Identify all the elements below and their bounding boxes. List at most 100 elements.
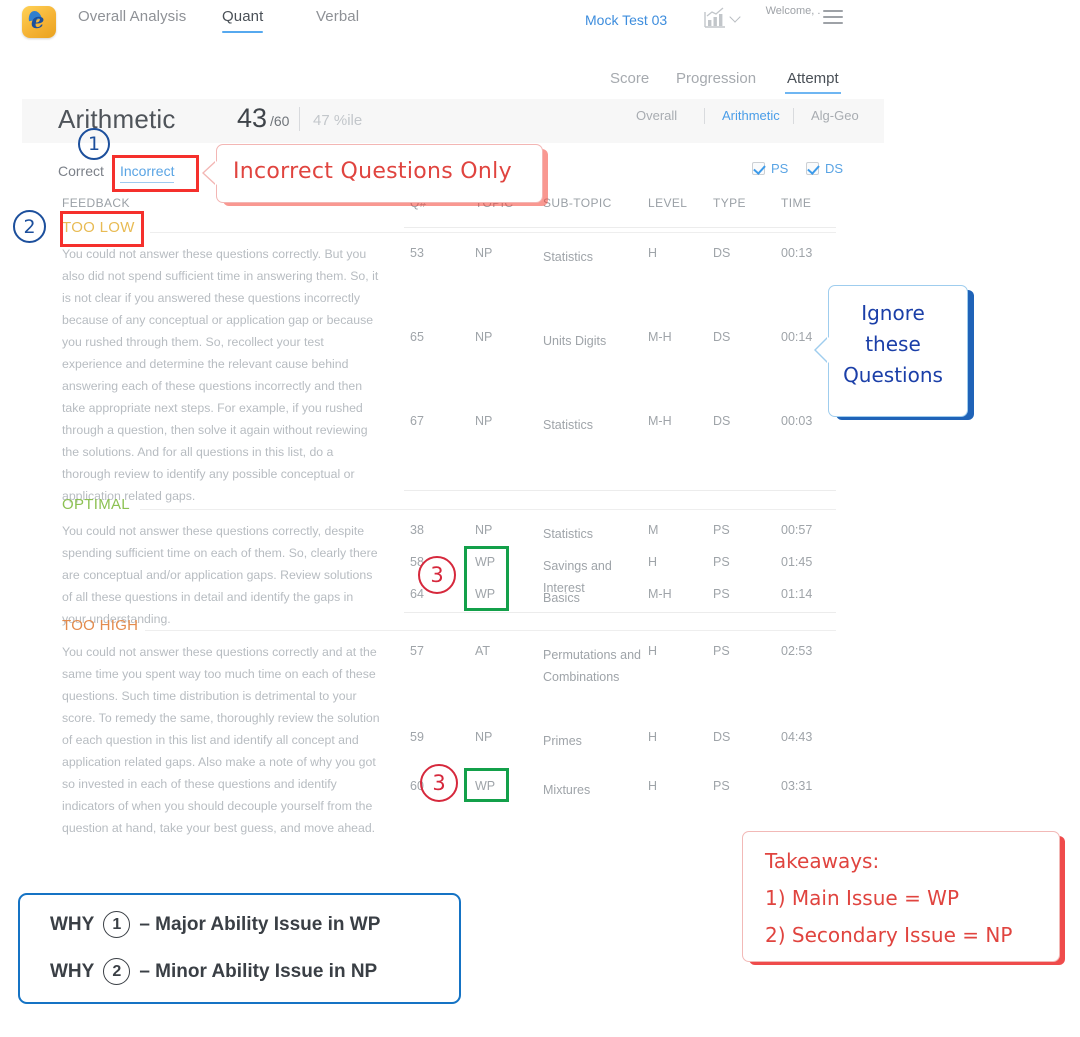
cell-level: H [648, 644, 658, 658]
annotation-callout-ignore-questions: Ignore these Questions [816, 285, 968, 417]
table-header-rule [404, 227, 836, 228]
cell-level: H [648, 779, 658, 793]
why-label-2: WHY [50, 960, 95, 982]
filter-arithmetic[interactable]: Arithmetic [722, 108, 780, 123]
why-marker-2: 2 [103, 958, 131, 985]
annotation-marker-1: 1 [78, 128, 110, 160]
checkbox-ps-label: PS [771, 161, 789, 176]
bar-chart-icon[interactable] [702, 6, 728, 30]
score-divider [299, 107, 300, 131]
cell-level: M [648, 523, 659, 537]
toggle-correct[interactable]: Correct [58, 163, 104, 179]
cell-level: M-H [648, 587, 672, 601]
cell-level: H [648, 555, 658, 569]
section-rule [145, 630, 836, 631]
callout-tail [816, 337, 829, 363]
filter-divider [793, 108, 794, 124]
why-row-1: WHY 1 – Major Ability Issue in WP [50, 911, 380, 938]
callout-tail [204, 161, 217, 185]
cell-q: 59 [410, 730, 424, 744]
cell-time: 01:45 [781, 555, 813, 569]
section-divider [404, 490, 836, 491]
cell-level: H [648, 730, 658, 744]
annotation-marker-2: 2 [13, 210, 46, 243]
cell-time: 03:31 [781, 779, 813, 793]
annotation-highlight-incorrect [112, 155, 199, 192]
cell-level: M-H [648, 414, 672, 428]
annotation-marker-3-too-high: 3 [420, 764, 458, 802]
section-rule [150, 232, 836, 233]
cell-q: 53 [410, 246, 424, 260]
nav-item-verbal[interactable]: Verbal [316, 8, 359, 31]
cell-subtopic: Statistics [543, 527, 594, 541]
cell-subtopic: Mixtures [543, 783, 591, 797]
score-percentile: 47 %ile [313, 112, 363, 129]
cell-time: 00:13 [781, 246, 813, 260]
cell-topic: AT [475, 644, 491, 658]
tab-score[interactable]: Score [610, 70, 649, 94]
tab-progression[interactable]: Progression [676, 70, 756, 94]
callout-line-1: Ignore [861, 301, 925, 325]
cell-time: 01:14 [781, 587, 813, 601]
analysis-subtabs: Score Progression Attempt [0, 70, 1080, 100]
filter-overall[interactable]: Overall [636, 108, 677, 123]
tab-attempt[interactable]: Attempt [785, 70, 841, 94]
cell-type: PS [713, 587, 730, 601]
score-denominator: /60 [270, 113, 290, 129]
top-navigation-bar: Overall Analysis Quant Verbal Mock Test … [0, 0, 1080, 46]
cell-subtopic: Basics [543, 591, 580, 605]
column-header-subtopic: SUB-TOPIC [543, 196, 612, 210]
section-body-too-high: You could not answer these questions cor… [62, 645, 380, 835]
cell-type: DS [713, 330, 731, 344]
section-rule [140, 509, 836, 510]
cell-topic: NP [475, 246, 493, 260]
column-header-type: TYPE [713, 196, 746, 210]
cell-q: 38 [410, 523, 424, 537]
filter-divider [704, 108, 705, 124]
annotation-marker-3-optimal: 3 [418, 556, 456, 594]
cell-level: M-H [648, 330, 672, 344]
section-body-optimal: You could not answer these questions cor… [62, 524, 378, 626]
section-body-too-low: You could not answer these questions cor… [62, 247, 379, 503]
callout-text: Ignore these Questions [829, 298, 957, 391]
cell-q: 65 [410, 330, 424, 344]
why-row-2: WHY 2 – Minor Ability Issue in NP [50, 958, 377, 985]
takeaways-line-3: 2) Secondary Issue = NP [765, 923, 1013, 947]
cell-time: 00:57 [781, 523, 813, 537]
takeaways-line-1: Takeaways: [765, 849, 880, 873]
score-value: 43 [237, 103, 268, 133]
takeaways-text: Takeaways: 1) Main Issue = WP 2) Seconda… [765, 843, 1049, 954]
chevron-down-icon[interactable] [729, 11, 741, 23]
nav-item-overall-analysis[interactable]: Overall Analysis [78, 8, 186, 31]
annotation-highlight-too-low [60, 211, 144, 247]
cell-subtopic: Primes [543, 734, 582, 748]
cell-type: DS [713, 730, 731, 744]
annotation-highlight-wp-too-high [464, 768, 509, 802]
why-text-1: – Major Ability Issue in WP [139, 913, 381, 935]
cell-topic: NP [475, 730, 493, 744]
cell-q: 57 [410, 644, 424, 658]
cell-time: 02:53 [781, 644, 813, 658]
section-title-too-high: TOO HIGH [62, 617, 139, 634]
mock-test-selector[interactable]: Mock Test 03 [585, 12, 667, 28]
callout-line-2: these [865, 332, 921, 356]
hamburger-menu-icon[interactable] [823, 10, 843, 26]
checkmark-icon [752, 162, 765, 175]
cell-subtopic: Units Digits [543, 334, 607, 348]
column-header-feedback: FEEDBACK [62, 196, 130, 210]
cell-type: PS [713, 555, 730, 569]
nav-item-quant[interactable]: Quant [222, 8, 264, 33]
checkbox-ps[interactable]: PS [752, 161, 788, 176]
score-summary-bar: Arithmetic 43 /60 47 %ile Overall Arithm… [22, 99, 884, 143]
cell-time: 04:43 [781, 730, 813, 744]
cell-type: PS [713, 779, 730, 793]
filter-alg-geo[interactable]: Alg-Geo [811, 108, 859, 123]
checkbox-ds[interactable]: DS [806, 161, 843, 176]
annotation-highlight-wp-optimal [464, 546, 509, 611]
cell-subtopic: Statistics [543, 250, 594, 264]
welcome-label: Welcome, . [765, 5, 821, 17]
app-logo-icon[interactable] [22, 6, 56, 38]
annotation-box-takeaways: Takeaways: 1) Main Issue = WP 2) Seconda… [742, 831, 1060, 962]
why-label-1: WHY [50, 913, 95, 935]
takeaways-line-2: 1) Main Issue = WP [765, 886, 960, 910]
